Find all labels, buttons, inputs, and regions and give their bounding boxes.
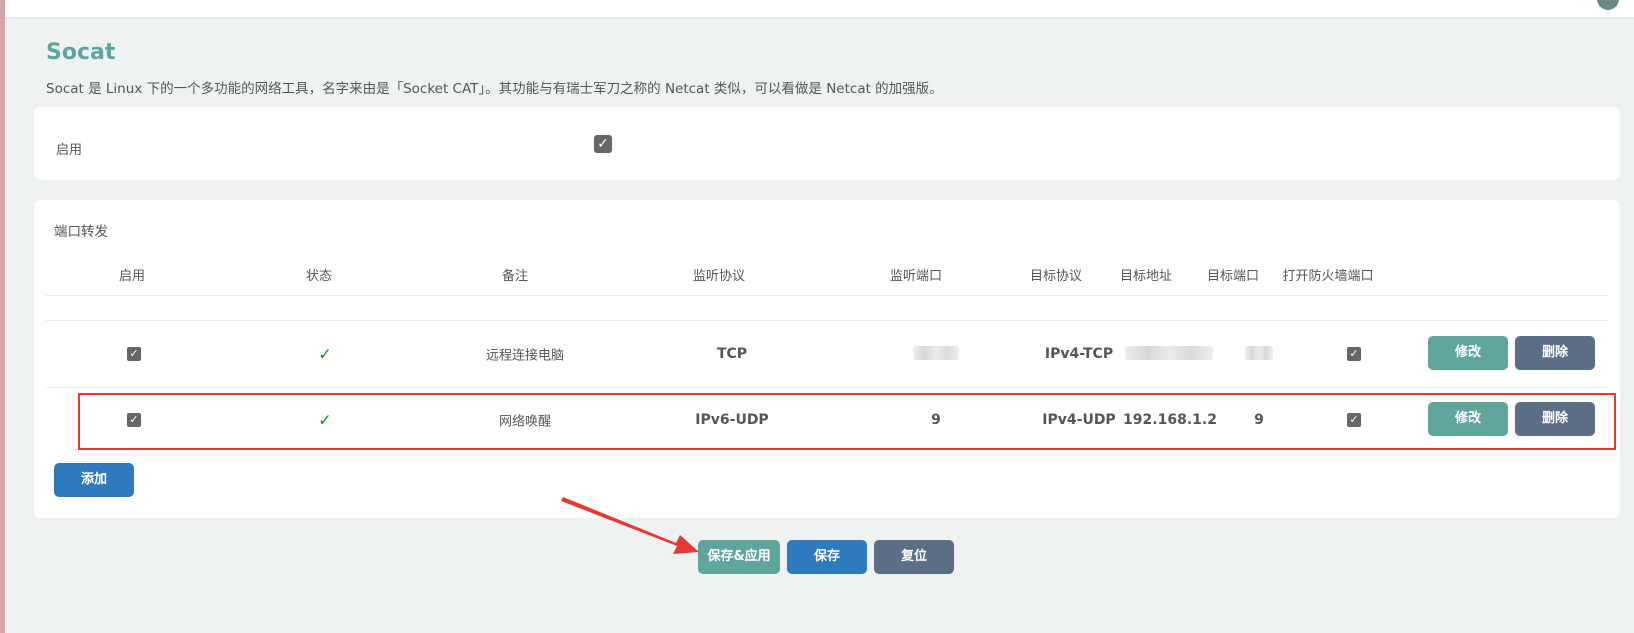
port-forward-card: 端口转发 启用 状态 备注 监听协议 监听端口 目标协议 目标地址 目标端口 打… [34,200,1620,518]
annotation-highlight-box [78,393,1616,450]
add-button[interactable]: 添加 [54,463,134,497]
top-bar [5,0,1634,17]
left-edge-stripe [0,0,5,633]
save-button[interactable]: 保存 [787,540,867,574]
redacted-target-address [1125,346,1213,360]
col-header-target-address: 目标地址 [1119,269,1173,284]
enable-card: 启用 ✓ [34,107,1620,180]
edit-button[interactable]: 修改 [1428,336,1508,370]
table-divider [46,387,1608,388]
col-header-listen-protocol: 监听协议 [692,269,746,284]
col-header-note: 备注 [501,269,529,284]
row-enabled-checkbox[interactable]: ✓ [127,347,141,361]
page-title: Socat [46,40,116,65]
reset-button[interactable]: 复位 [874,540,954,574]
delete-button[interactable]: 删除 [1515,336,1595,370]
redacted-target-port [1245,346,1273,360]
save-apply-button[interactable]: 保存&应用 [698,540,780,574]
col-header-status: 状态 [305,269,333,284]
col-header-listen-port: 监听端口 [889,269,943,284]
page-description: Socat 是 Linux 下的一个多功能的网络工具，名字来由是「Socket … [46,81,943,97]
col-header-target-port: 目标端口 [1206,269,1260,284]
port-forward-title: 端口转发 [54,224,108,240]
row-listen-protocol: TCP [716,346,748,362]
col-header-enabled: 启用 [118,269,146,284]
row-target-protocol: IPv4-TCP [1044,346,1114,362]
enable-checkbox[interactable]: ✓ [594,135,612,153]
enable-label: 启用 [56,143,83,158]
table-divider [46,295,1608,296]
table-divider [46,320,1608,321]
row-note: 远程连接电脑 [485,348,565,364]
col-header-open-firewall: 打开防火墙端口 [1282,269,1374,284]
redacted-listen-port [913,346,959,360]
status-check-icon: ✓ [318,344,332,364]
row-firewall-checkbox[interactable]: ✓ [1347,347,1361,361]
col-header-target-protocol: 目标协议 [1029,269,1083,284]
